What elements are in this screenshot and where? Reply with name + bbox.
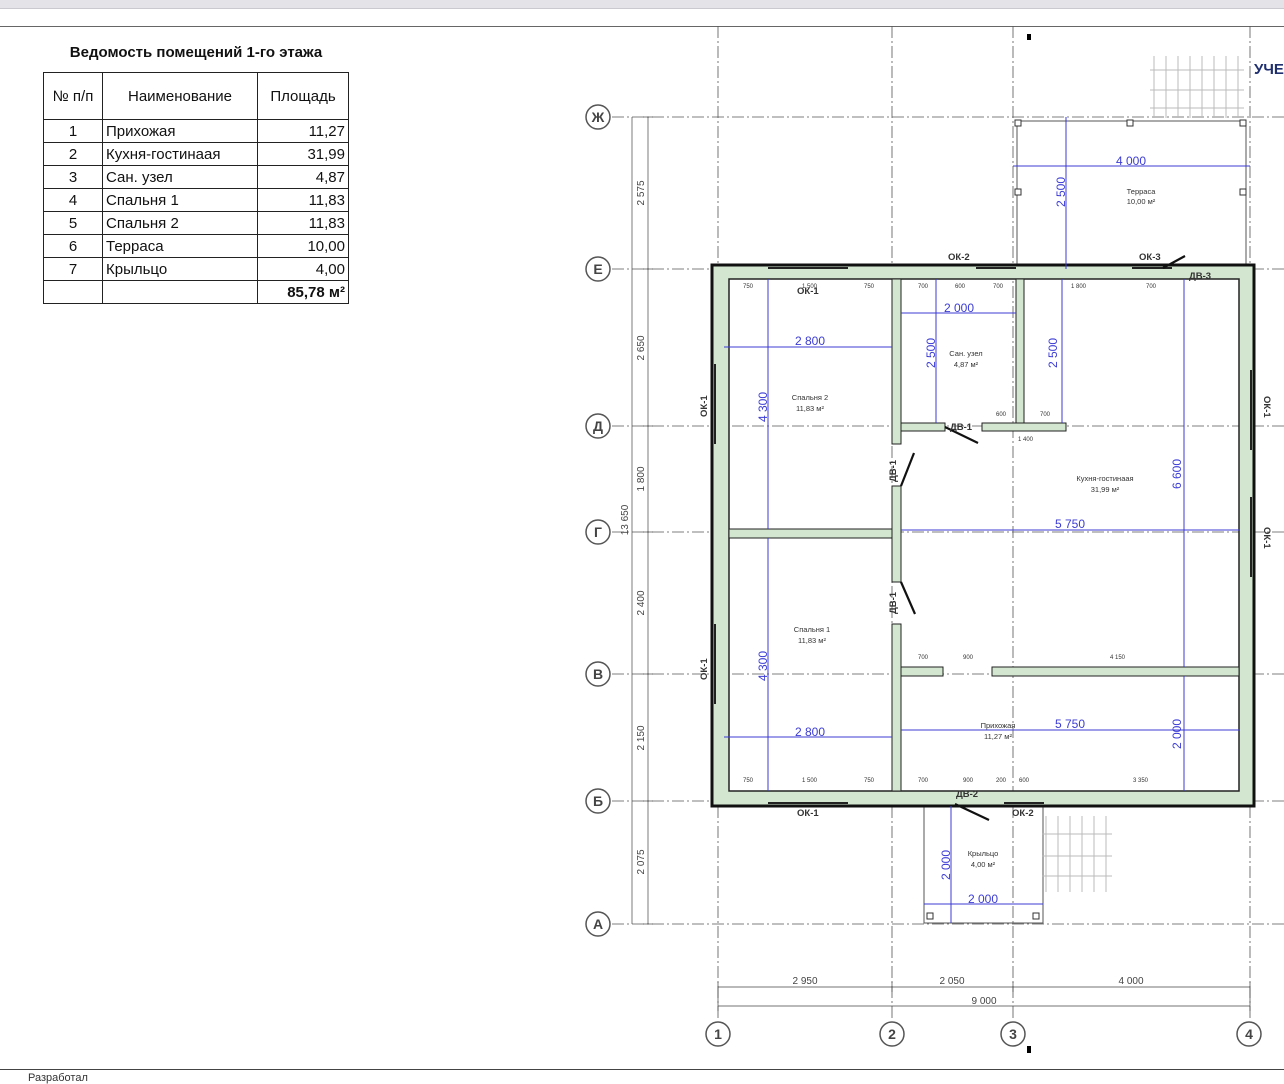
row-axis-markers: Ж Е Д Г В Б А [585, 104, 611, 937]
svg-text:2 000: 2 000 [939, 850, 953, 880]
axis-row-v: В [593, 666, 603, 682]
svg-text:700: 700 [1040, 412, 1051, 418]
svg-text:2 800: 2 800 [795, 334, 825, 348]
svg-text:1 400: 1 400 [1018, 437, 1034, 443]
room-porch-area: 4,00 м² [971, 860, 996, 869]
svg-text:700: 700 [1146, 284, 1157, 290]
svg-text:1 500: 1 500 [802, 778, 818, 784]
svg-text:750: 750 [743, 284, 754, 290]
left-dim-5: 2 150 [636, 725, 647, 750]
svg-text:1 800: 1 800 [1071, 284, 1087, 290]
window-ok1-bottom: ОК-1 [797, 808, 819, 819]
floor-plan: 2 575 2 650 1 800 2 400 2 150 2 075 13 6… [585, 26, 1284, 1053]
axis-row-g: Г [594, 524, 602, 540]
svg-text:3 350: 3 350 [1133, 778, 1149, 784]
door-dv1-bath: ДВ-1 [950, 422, 973, 433]
svg-text:750: 750 [864, 778, 875, 784]
door-dv1-bedroom2: ДВ-1 [888, 459, 899, 482]
room-bedroom2-area: 11,83 м² [796, 404, 824, 413]
title-block-line [0, 1069, 1284, 1070]
svg-text:4 000: 4 000 [1116, 154, 1146, 168]
svg-text:700: 700 [918, 284, 929, 290]
left-dim-total: 13 650 [620, 504, 631, 535]
axis-col-1: 1 [714, 1026, 722, 1042]
bottom-dim-3: 4 000 [1118, 976, 1143, 987]
bottom-dim-1: 2 950 [792, 976, 817, 987]
left-dim-1: 2 575 [636, 180, 647, 205]
room-labels: Терраса 10,00 м² Сан. узел 4,87 м² Кухня… [792, 187, 1156, 869]
window-ok1-right-b: ОК-1 [1261, 527, 1272, 549]
left-dimension-labels: 2 575 2 650 1 800 2 400 2 150 2 075 13 6… [620, 180, 647, 874]
svg-text:2 500: 2 500 [924, 338, 938, 368]
room-terrace-area: 10,00 м² [1127, 197, 1156, 206]
room-bedroom2-name: Спальня 2 [792, 393, 828, 402]
window-ok2-top: ОК-2 [948, 252, 970, 263]
ground-hatching [1042, 56, 1244, 892]
bottom-dim-total: 9 000 [971, 996, 996, 1007]
room-bedroom1-name: Спальня 1 [794, 625, 830, 634]
svg-text:750: 750 [743, 778, 754, 784]
svg-text:700: 700 [918, 655, 929, 661]
svg-text:5 750: 5 750 [1055, 717, 1085, 731]
svg-text:2 000: 2 000 [944, 301, 974, 315]
bottom-dimension-labels: 2 950 2 050 4 000 9 000 [792, 976, 1143, 1007]
window-ok1-right-a: ОК-1 [1261, 396, 1272, 418]
svg-text:2 000: 2 000 [1170, 719, 1184, 749]
room-hall-area: 11,27 м² [984, 732, 1012, 741]
door-dv1-bedroom1: ДВ-1 [888, 591, 899, 614]
svg-text:900: 900 [963, 778, 974, 784]
svg-text:2 800: 2 800 [795, 725, 825, 739]
svg-text:700: 700 [918, 778, 929, 784]
axis-col-2: 2 [888, 1026, 896, 1042]
svg-text:2 500: 2 500 [1046, 338, 1060, 368]
room-kitchen-name: Кухня-гостинаая [1076, 474, 1133, 483]
svg-text:4 300: 4 300 [756, 392, 770, 422]
left-dim-2: 2 650 [636, 335, 647, 360]
room-bedroom1-area: 11,83 м² [798, 636, 826, 645]
interior-walls [728, 278, 1240, 792]
door-leaves [899, 255, 1186, 821]
window-ok1-left-a: ОК-1 [699, 395, 710, 417]
column-axis-markers: 1 2 3 4 [705, 1021, 1262, 1047]
left-dim-6: 2 075 [636, 849, 647, 874]
svg-text:4 300: 4 300 [756, 651, 770, 681]
room-bath-name: Сан. узел [949, 349, 982, 358]
svg-text:750: 750 [864, 284, 875, 290]
svg-text:600: 600 [1019, 778, 1030, 784]
svg-text:1 500: 1 500 [802, 284, 818, 290]
svg-text:6 600: 6 600 [1170, 459, 1184, 489]
room-terrace-name: Терраса [1127, 187, 1157, 196]
door-dv2: ДВ-2 [956, 789, 978, 800]
svg-text:200: 200 [996, 778, 1007, 784]
room-porch-name: Крыльцо [968, 849, 999, 858]
axis-col-3: 3 [1009, 1026, 1017, 1042]
window-ok1-left-b: ОК-1 [699, 658, 710, 680]
left-dim-4: 2 400 [636, 590, 647, 615]
door-dv3: ДВ-3 [1189, 271, 1211, 282]
svg-text:600: 600 [996, 412, 1007, 418]
svg-text:2 500: 2 500 [1054, 177, 1068, 207]
window-ok3-top: ОК-3 [1139, 252, 1161, 263]
bottom-dim-2: 2 050 [939, 976, 964, 987]
svg-text:600: 600 [955, 284, 966, 290]
axis-row-zh: Ж [591, 109, 605, 125]
svg-text:4 150: 4 150 [1110, 655, 1126, 661]
svg-text:2 000: 2 000 [968, 892, 998, 906]
axis-row-b: Б [593, 793, 603, 809]
axis-col-4: 4 [1245, 1026, 1253, 1042]
window-ok2-bottom: ОК-2 [1012, 808, 1034, 819]
room-bath-area: 4,87 м² [954, 360, 979, 369]
corner-text: УЧЕ [1254, 61, 1284, 78]
svg-text:5 750: 5 750 [1055, 517, 1085, 531]
room-hall-name: Прихожая [981, 721, 1016, 730]
svg-text:700: 700 [993, 284, 1004, 290]
axis-row-d: Д [593, 418, 603, 434]
left-dimension-chain [631, 116, 653, 925]
svg-text:900: 900 [963, 655, 974, 661]
axis-row-a: А [593, 916, 603, 932]
left-dim-3: 1 800 [636, 466, 647, 491]
title-block-label: Разработал [28, 1072, 88, 1084]
room-kitchen-area: 31,99 м² [1091, 485, 1120, 494]
axis-row-e: Е [593, 261, 602, 277]
